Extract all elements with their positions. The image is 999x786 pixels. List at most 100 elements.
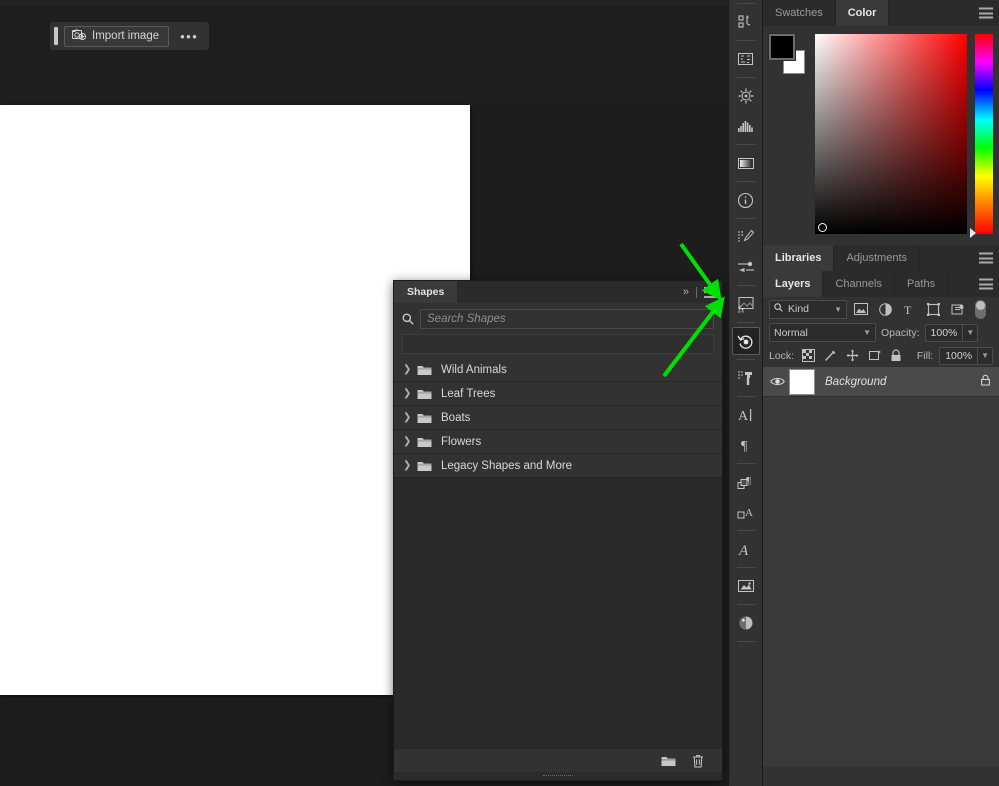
dock-separator	[736, 181, 755, 182]
chevron-down-icon[interactable]: ▼	[962, 324, 977, 341]
notes-icon[interactable]	[732, 572, 760, 600]
paragraph-icon[interactable]: ¶	[732, 431, 760, 459]
folder-icon	[417, 388, 437, 400]
layer-lock-indicator-icon[interactable]	[980, 373, 991, 391]
color-picker-marker	[818, 223, 827, 232]
color-panel-menu-icon[interactable]	[979, 7, 993, 19]
layer-filter-kind-select[interactable]: Kind ▼	[769, 299, 847, 319]
dock-separator	[736, 463, 755, 464]
dock-separator	[736, 567, 755, 568]
fill-field[interactable]: 100% ▼	[939, 346, 993, 365]
import-image-button[interactable]: Import image	[64, 25, 170, 47]
trash-icon[interactable]	[692, 754, 704, 768]
photoshop-window: Import image ••• fx A ¶ ¶ A A Swatches C…	[0, 0, 999, 786]
gradient-wheel-icon[interactable]	[732, 82, 760, 110]
new-folder-icon[interactable]	[661, 755, 676, 767]
lock-all-icon[interactable]	[888, 348, 904, 364]
fill-value: 100%	[945, 349, 973, 362]
type-layers-icon[interactable]: T	[899, 299, 919, 319]
info-icon[interactable]	[732, 186, 760, 214]
layers-panel-menu-icon[interactable]	[979, 278, 993, 290]
foreground-color-swatch[interactable]	[768, 33, 796, 61]
opacity-field[interactable]: 100% ▼	[924, 323, 979, 342]
chevron-right-icon[interactable]: ❯	[403, 388, 417, 399]
shapes-panel-menu-icon[interactable]	[704, 286, 718, 298]
tab-color[interactable]: Color	[835, 0, 890, 26]
tab-paths[interactable]: Paths	[895, 271, 949, 297]
opacity-value: 100%	[930, 326, 958, 339]
filter-enable-toggle[interactable]	[975, 299, 986, 319]
lock-transparent-pixels-icon[interactable]	[800, 348, 816, 364]
list-item[interactable]: ❯ Legacy Shapes and More	[394, 454, 722, 478]
layer-visibility-icon[interactable]	[767, 376, 787, 387]
shapes-filter-bar[interactable]	[402, 334, 714, 354]
layers-list-empty-area[interactable]	[763, 397, 999, 767]
gradients-icon[interactable]	[732, 149, 760, 177]
folder-icon	[417, 364, 437, 376]
saturation-value-field[interactable]	[815, 34, 967, 234]
search-input[interactable]	[420, 309, 714, 329]
hue-slider[interactable]	[970, 34, 993, 238]
list-item[interactable]: ❯ Flowers	[394, 430, 722, 454]
double-chevron-right-icon[interactable]: »	[683, 286, 689, 298]
history-icon[interactable]	[731, 327, 760, 355]
dock-separator	[736, 285, 755, 286]
table-row[interactable]: Background	[763, 367, 999, 397]
character-styles-icon[interactable]: ¶	[732, 468, 760, 496]
chevron-right-icon[interactable]: ❯	[403, 460, 417, 471]
patterns-icon[interactable]	[732, 8, 760, 36]
options-more-button[interactable]: •••	[175, 30, 203, 43]
tab-libraries[interactable]: Libraries	[763, 245, 835, 271]
dock-separator	[736, 144, 755, 145]
shape-layers-icon[interactable]	[923, 299, 943, 319]
clone-source-icon[interactable]	[732, 364, 760, 392]
svg-text:A: A	[745, 507, 753, 519]
shapes-panel: Shapes » ❯	[393, 280, 723, 781]
chevron-right-icon[interactable]: ❯	[403, 436, 417, 447]
search-icon	[402, 313, 414, 325]
opacity-label: Opacity:	[881, 326, 920, 339]
glyphs-icon[interactable]: A	[732, 535, 760, 563]
list-item[interactable]: ❯ Wild Animals	[394, 358, 722, 382]
folder-icon	[417, 412, 437, 424]
chevron-right-icon[interactable]: ❯	[403, 364, 417, 375]
fill-label: Fill:	[916, 349, 934, 362]
panel-resize-handle[interactable]	[394, 772, 722, 780]
tab-channels[interactable]: Channels	[823, 271, 895, 297]
options-bar-grip[interactable]	[54, 27, 58, 45]
styles-fx-icon[interactable]: fx	[732, 290, 760, 318]
tool-options-bar: Import image •••	[50, 22, 210, 50]
tab-shapes[interactable]: Shapes	[394, 281, 458, 303]
blend-mode-select[interactable]: Normal ▼	[769, 323, 876, 342]
smart-object-icon[interactable]	[947, 299, 967, 319]
pattern-preview-icon[interactable]	[732, 45, 760, 73]
libraries-panel-menu-icon[interactable]	[979, 252, 993, 264]
tab-swatches[interactable]: Swatches	[763, 0, 836, 26]
shape-group-label: Legacy Shapes and More	[441, 459, 573, 472]
character-icon[interactable]: A	[732, 401, 760, 429]
dock-separator	[736, 604, 755, 605]
measurement-log-icon[interactable]	[732, 609, 760, 637]
histogram-icon[interactable]	[732, 112, 760, 140]
hue-slider-handle[interactable]	[970, 228, 976, 238]
lock-position-icon[interactable]	[844, 348, 860, 364]
adjustment-layers-icon[interactable]	[875, 299, 895, 319]
layer-name[interactable]: Background	[825, 376, 886, 388]
chevron-right-icon[interactable]: ❯	[403, 412, 417, 423]
paragraph-styles-icon[interactable]: A	[732, 498, 760, 526]
lock-image-pixels-icon[interactable]	[822, 348, 838, 364]
dock-separator	[736, 40, 755, 41]
list-item[interactable]: ❯ Leaf Trees	[394, 382, 722, 406]
list-item[interactable]: ❯ Boats	[394, 406, 722, 430]
tab-adjustments[interactable]: Adjustments	[834, 245, 920, 271]
pixel-layers-icon[interactable]	[851, 299, 871, 319]
layer-thumbnail[interactable]	[789, 368, 815, 395]
chevron-down-icon: ▼	[834, 304, 842, 314]
lock-artboard-nesting-icon[interactable]	[866, 348, 882, 364]
color-panel-tabstrip: Swatches Color	[763, 0, 999, 26]
tab-layers[interactable]: Layers	[763, 271, 824, 297]
chevron-down-icon[interactable]: ▼	[977, 347, 992, 364]
menu-bar-strip	[0, 0, 728, 6]
brushes-icon[interactable]	[732, 253, 760, 281]
brush-settings-icon[interactable]	[732, 223, 760, 251]
